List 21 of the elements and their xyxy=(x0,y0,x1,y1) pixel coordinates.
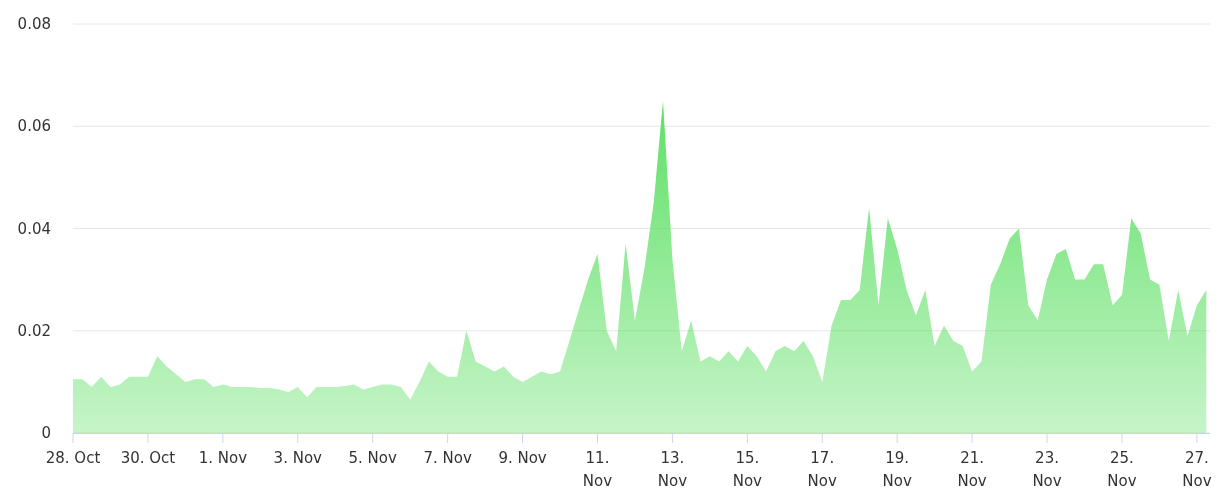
y-axis-label: 0 xyxy=(41,424,51,442)
x-axis-label: 25. Nov xyxy=(1107,449,1137,490)
x-axis-label: 3. Nov xyxy=(273,449,322,467)
x-axis-label: 5. Nov xyxy=(348,449,397,467)
x-axis-label: 7. Nov xyxy=(423,449,472,467)
x-axis-label: 28. Oct xyxy=(45,449,101,467)
y-axis-label: 0.04 xyxy=(17,219,51,238)
y-axis-label: 0.08 xyxy=(17,15,51,33)
x-axis-label: 13. Nov xyxy=(657,449,688,490)
x-axis-label: 27. Nov xyxy=(1182,449,1212,490)
x-axis-label: 17. Nov xyxy=(807,449,837,490)
x-axis-label: 11. Nov xyxy=(582,449,613,490)
x-axis-label: 1. Nov xyxy=(198,449,248,467)
x-axis-label: 23. Nov xyxy=(1032,449,1062,490)
x-axis-label: 21. Nov xyxy=(957,449,987,490)
x-axis-label: 15. Nov xyxy=(732,449,762,490)
x-axis-label: 9. Nov xyxy=(498,449,547,467)
x-axis-label: 19. Nov xyxy=(882,449,912,490)
y-axis-label: 0.02 xyxy=(17,321,51,340)
y-axis-label: 0.06 xyxy=(17,117,51,136)
x-axis-label: 30. Oct xyxy=(120,449,176,467)
